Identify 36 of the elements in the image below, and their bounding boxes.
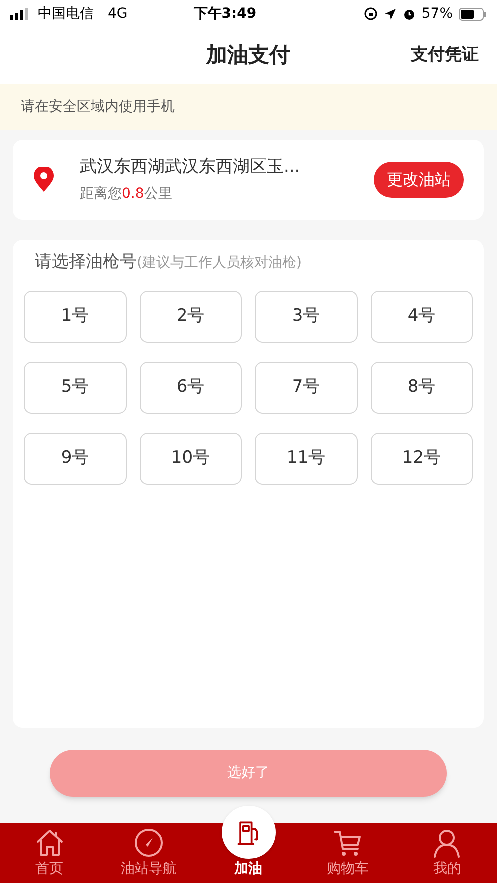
nozzle-hint: (建议与工作人员核对油枪) — [137, 254, 302, 273]
nozzle-option[interactable]: 7号 — [255, 362, 358, 414]
nozzle-option[interactable]: 1号 — [24, 290, 126, 342]
battery-percent: 57% — [422, 4, 453, 24]
station-distance: 距离您0.8公里 — [80, 185, 174, 204]
safety-notice: 请在安全区域内使用手机 — [0, 84, 497, 130]
nozzle-option[interactable]: 6号 — [140, 362, 242, 414]
carrier-name: 中国电信 — [38, 4, 94, 24]
payment-voucher-link[interactable]: 支付凭证 — [411, 43, 479, 69]
tab-item[interactable]: 加油 — [198, 806, 298, 883]
alarm-icon — [402, 8, 416, 20]
nozzle-option[interactable]: 9号 — [24, 432, 126, 484]
station-name: 武汉东西湖武汉东西湖区玉... — [80, 156, 300, 179]
location-pin-icon — [33, 167, 55, 193]
network-type: 4G — [108, 4, 128, 24]
nozzle-option[interactable]: 12号 — [370, 432, 473, 484]
page-title: 加油支付 — [206, 42, 290, 70]
nozzle-option[interactable]: 8号 — [370, 362, 473, 414]
clock-time: 下午3:49 — [194, 4, 257, 24]
compass-icon — [133, 827, 166, 859]
nozzle-title: 请选择油枪号 — [35, 251, 137, 274]
tab-item[interactable]: 油站导航 — [99, 823, 199, 883]
location-arrow-icon — [384, 8, 397, 20]
tab-item[interactable]: 首页 — [0, 823, 100, 883]
nozzle-option[interactable]: 3号 — [255, 290, 358, 342]
nozzle-option[interactable]: 4号 — [370, 290, 473, 342]
nozzle-option[interactable]: 5号 — [24, 362, 126, 414]
tab-item[interactable]: 我的 — [398, 823, 497, 883]
rotation-lock-icon — [364, 7, 378, 21]
nozzle-option[interactable]: 2号 — [140, 290, 242, 342]
nozzle-option[interactable]: 10号 — [140, 432, 242, 484]
nozzle-option[interactable]: 11号 — [255, 432, 358, 484]
confirm-button: 选好了 — [50, 750, 447, 797]
tab-item[interactable]: 购物车 — [298, 823, 398, 883]
change-station-button[interactable]: 更改油站 — [374, 162, 464, 198]
battery-icon — [459, 8, 487, 20]
